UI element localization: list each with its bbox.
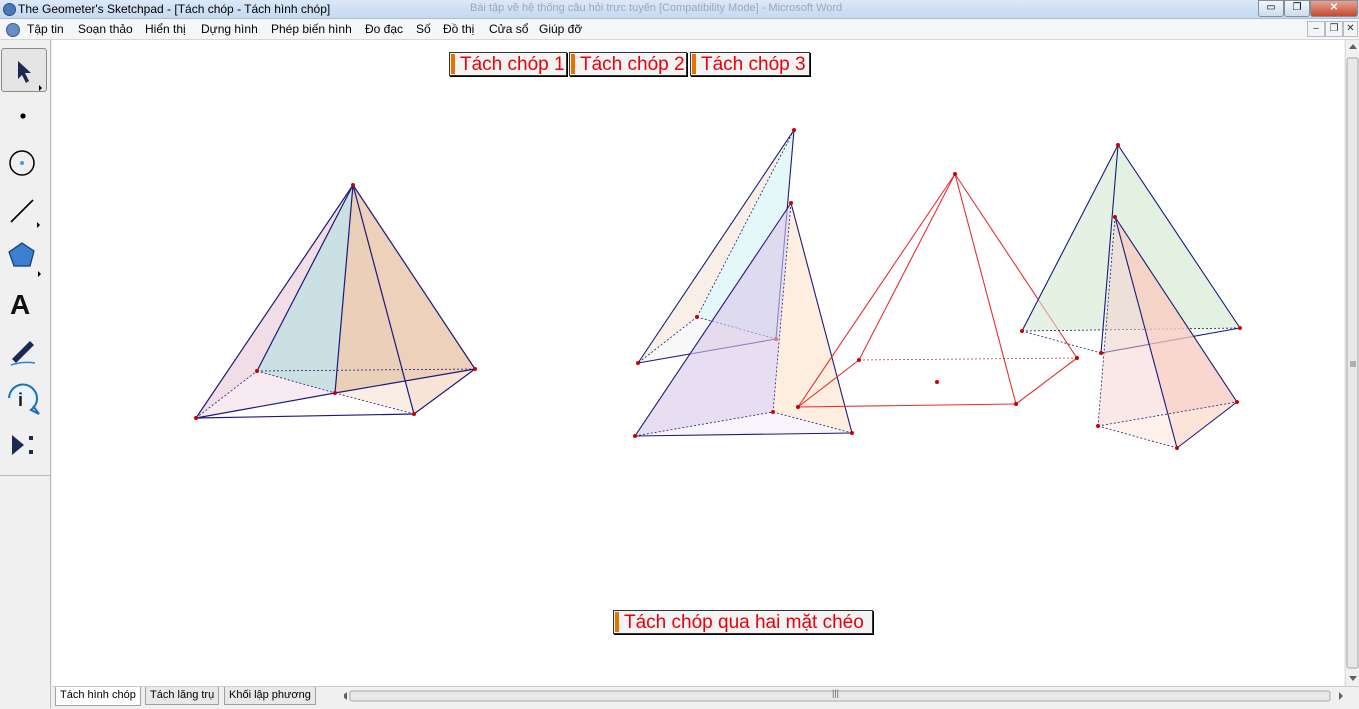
svg-text:i: i: [18, 390, 23, 410]
compass-tool[interactable]: [1, 141, 47, 185]
pyramid-wireframe: [796, 172, 1079, 409]
straightedge-tool[interactable]: [1, 188, 47, 232]
vertical-scrollbar[interactable]: [1345, 40, 1359, 686]
minimize-button[interactable]: ▭: [1258, 0, 1284, 17]
text-tool-icon: A: [10, 289, 30, 320]
menu-bar: Tập tin Soạn thảo Hiển thị Dựng hình Phé…: [0, 19, 1359, 40]
horizontal-scrollbar[interactable]: |||: [342, 688, 1344, 704]
arrow-tool[interactable]: [1, 48, 47, 92]
pyramid-piece-d: [1096, 215, 1239, 450]
menu-number[interactable]: Số: [416, 22, 431, 36]
split-pyramid-1-label: Tách chóp 1: [460, 54, 565, 75]
horizontal-scroll-thumb: [349, 690, 1331, 702]
menu-window[interactable]: Cửa sổ: [489, 22, 528, 36]
vertical-scrollbar-graphic: [1346, 44, 1359, 681]
split-pyramid-3-button[interactable]: Tách chóp 3: [690, 52, 810, 76]
restore-button[interactable]: ❐: [1284, 0, 1310, 17]
menu-file[interactable]: Tập tin: [27, 22, 64, 36]
information-tool[interactable]: i: [1, 376, 47, 420]
point-tool[interactable]: [1, 95, 47, 139]
doc-close-button[interactable]: ✕: [1343, 21, 1358, 37]
pyramid-piece-c: [1020, 143, 1242, 355]
marker-tool-icon: [10, 341, 36, 366]
pyramid-piece-b: [633, 201, 854, 438]
doc-restore-button[interactable]: ❐: [1325, 21, 1343, 37]
custom-tool-icon: [12, 435, 33, 455]
horizontal-scrollbar-graphic: [342, 690, 1343, 702]
menu-construct[interactable]: Dựng hình: [201, 22, 258, 36]
arrow-tool-icon: [18, 61, 42, 91]
vertical-scroll-thumb: [1346, 57, 1359, 669]
split-pyramid-2-label: Tách chóp 2: [580, 54, 685, 75]
button-handle[interactable]: [615, 612, 619, 632]
button-handle[interactable]: [692, 54, 696, 74]
close-button[interactable]: ✕: [1310, 0, 1358, 17]
button-handle[interactable]: [571, 54, 575, 74]
menu-transform[interactable]: Phép biến hình: [271, 22, 352, 36]
custom-tool[interactable]: [1, 423, 47, 467]
pyramid-whole: [194, 183, 477, 420]
compass-tool-icon: [9, 150, 35, 176]
text-tool[interactable]: A: [1, 282, 47, 326]
text-tool-glyph: A: [10, 289, 30, 320]
pyramid-piece-a: [636, 128, 796, 365]
window-title: The Geometer's Sketchpad - [Tách chóp - …: [18, 2, 331, 16]
sketchpad-app-icon: [3, 3, 16, 16]
straightedge-tool-icon: [10, 199, 40, 228]
marker-tool[interactable]: [1, 329, 47, 373]
menu-measure[interactable]: Đo đạc: [365, 22, 403, 36]
scroll-right-arrow-icon: [1339, 692, 1343, 700]
scroll-up-arrow-icon: [1349, 44, 1357, 49]
scroll-down-arrow-icon: [1349, 676, 1357, 681]
split-diagonal-planes-button[interactable]: Tách chóp qua hai mặt chéo: [613, 610, 873, 634]
split-pyramid-3-label: Tách chóp 3: [701, 54, 806, 75]
menu-edit[interactable]: Soạn thảo: [78, 22, 133, 36]
tab-prism-split[interactable]: Tách lăng trụ: [145, 687, 220, 705]
page-tab-bar: Tách hình chóp Tách lăng trụ Khối lập ph…: [52, 686, 1359, 709]
toolbox: A i: [0, 40, 51, 708]
scroll-left-arrow-icon: [342, 692, 347, 700]
toolbox-separator: [0, 475, 50, 476]
doc-minimize-button[interactable]: –: [1307, 21, 1325, 37]
split-diagonal-planes-label: Tách chóp qua hai mặt chéo: [624, 612, 864, 633]
menu-display[interactable]: Hiển thị: [145, 22, 186, 36]
document-menu-icon[interactable]: [6, 23, 20, 37]
point-tool-icon: [20, 113, 26, 119]
geometry-drawing: [194, 128, 1242, 450]
information-tool-icon: i: [8, 383, 40, 415]
button-handle[interactable]: [451, 54, 455, 74]
polygon-tool-icon: [8, 242, 41, 277]
scroll-grip-label: |||: [832, 688, 840, 698]
background-window-title: Bài tập về hệ thống câu hỏi trực tuyến […: [470, 2, 843, 14]
tab-cube[interactable]: Khối lập phương: [224, 687, 316, 705]
tab-pyramid-split[interactable]: Tách hình chóp: [55, 687, 141, 706]
polygon-tool[interactable]: [1, 235, 47, 279]
split-pyramid-2-button[interactable]: Tách chóp 2: [569, 52, 687, 76]
title-bar: The Geometer's Sketchpad - [Tách chóp - …: [0, 0, 1359, 19]
menu-help[interactable]: Giúp đỡ: [539, 22, 582, 36]
menu-graph[interactable]: Đồ thị: [443, 22, 474, 36]
split-pyramid-1-button[interactable]: Tách chóp 1: [449, 52, 567, 76]
sketch-canvas[interactable]: Tách chóp 1 Tách chóp 2 Tách chóp 3 Tách…: [52, 40, 1344, 686]
